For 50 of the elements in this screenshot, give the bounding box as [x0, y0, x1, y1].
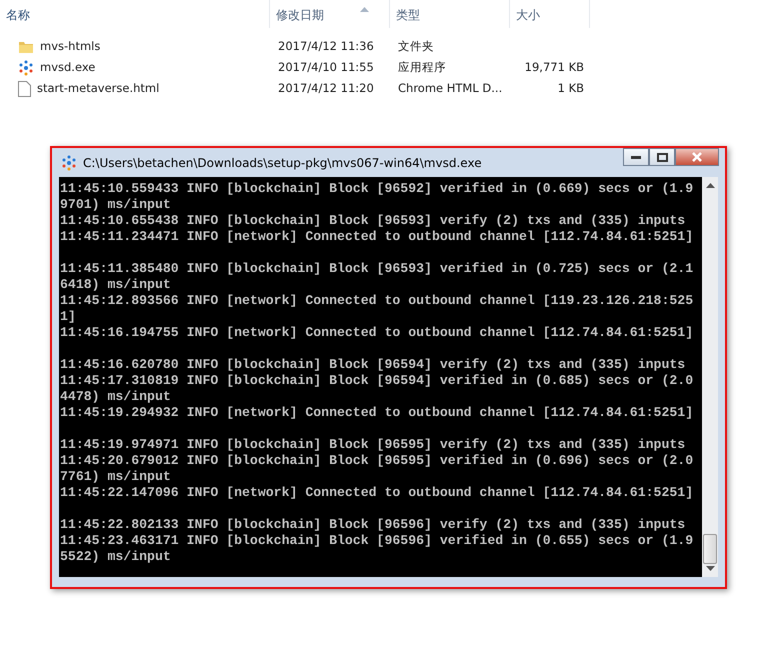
log-line: 11:45:10.655438 INFO [blockchain] Block [96593] verify (2) txs and (335) inputs [60, 213, 686, 229]
column-header[interactable]: 大小 [510, 0, 590, 28]
scroll-down-icon[interactable] [706, 566, 715, 571]
file-size: 19,771 KB [524, 60, 584, 74]
maximize-icon [656, 152, 668, 162]
column-header[interactable]: 类型 [390, 0, 510, 28]
log-line: 11:45:23.463171 INFO [blockchain] Block [96596] verified in (0.655) secs or (1.9 [60, 533, 694, 549]
log-line: 7761) ms/input [60, 469, 172, 485]
scroll-thumb[interactable] [703, 534, 718, 564]
log-line: 11:45:16.194755 INFO [network] Connected to outbound channel [112.74.84.61:5251] [60, 325, 694, 341]
log-line: 6418) ms/input [60, 277, 172, 293]
log-line: 11:45:11.385480 INFO [blockchain] Block [96593] verified in (0.725) secs or (2.1 [60, 261, 694, 277]
modified-date: 2017/4/12 11:20 [278, 80, 374, 95]
close-icon [691, 152, 703, 162]
log-line: 11:45:16.620780 INFO [blockchain] Block [96594] verify (2) txs and (335) inputs [60, 357, 686, 373]
document-icon [18, 80, 31, 96]
scrollbar[interactable] [702, 177, 718, 577]
file-type: 文件夹 [398, 38, 434, 53]
log-line: 1] [60, 309, 77, 325]
file-size: 1 KB [558, 80, 584, 95]
file-name[interactable]: mvs-htmls [40, 38, 100, 56]
file-name[interactable]: mvsd.exe [40, 58, 96, 76]
modified-date: 2017/4/12 11:36 [278, 38, 374, 53]
log-line: 11:45:22.147096 INFO [network] Connected to outbound channel [112.74.84.61:5251] [60, 485, 694, 501]
maximize-button[interactable] [649, 148, 675, 166]
log-line: 11:45:22.802133 INFO [blockchain] Block [96596] verify (2) txs and (335) inputs [60, 517, 686, 533]
log-line: 5522) ms/input [60, 549, 172, 565]
log-line: 11:45:10.559433 INFO [blockchain] Block [96592] verified in (0.669) secs or (1.9 [60, 181, 694, 197]
log-line: 4478) ms/input [60, 389, 172, 405]
log-line: 9701) ms/input [60, 197, 172, 213]
file-type: Chrome HTML D... [398, 80, 502, 95]
log-line: 11:45:19.974971 INFO [blockchain] Block [96595] verify (2) txs and (335) inputs [60, 437, 686, 453]
log-line: 11:45:20.679012 INFO [blockchain] Block [96595] verified in (0.696) secs or (2.0 [60, 453, 694, 469]
log-line: 11:45:19.294932 INFO [network] Connected to outbound channel [112.74.84.61:5251] [60, 405, 694, 421]
folder-icon [18, 40, 34, 54]
window-title: C:\Users\betachen\Downloads\setup-pkg\mvs067-win64\mvsd.exe [83, 154, 482, 172]
minimize-icon [631, 155, 641, 159]
app-icon [18, 60, 34, 76]
file-name[interactable]: start-metaverse.html [37, 80, 160, 98]
scroll-up-icon[interactable] [706, 183, 715, 188]
log-line: 11:45:17.310819 INFO [blockchain] Block [96594] verified in (0.685) secs or (2.0 [60, 373, 694, 389]
modified-date: 2017/4/10 11:55 [278, 60, 374, 74]
app-icon [61, 154, 77, 170]
column-header[interactable]: 名称 [0, 0, 270, 28]
log-line: 11:45:11.234471 INFO [network] Connected to outbound channel [112.74.84.61:5251] [60, 229, 694, 245]
file-type: 应用程序 [398, 60, 446, 74]
close-button[interactable] [675, 148, 719, 166]
log-line: 11:45:12.893566 INFO [network] Connected to outbound channel [119.23.126.218:525 [60, 293, 694, 309]
minimize-button[interactable] [623, 148, 649, 166]
column-header[interactable]: 修改日期 [270, 0, 390, 28]
